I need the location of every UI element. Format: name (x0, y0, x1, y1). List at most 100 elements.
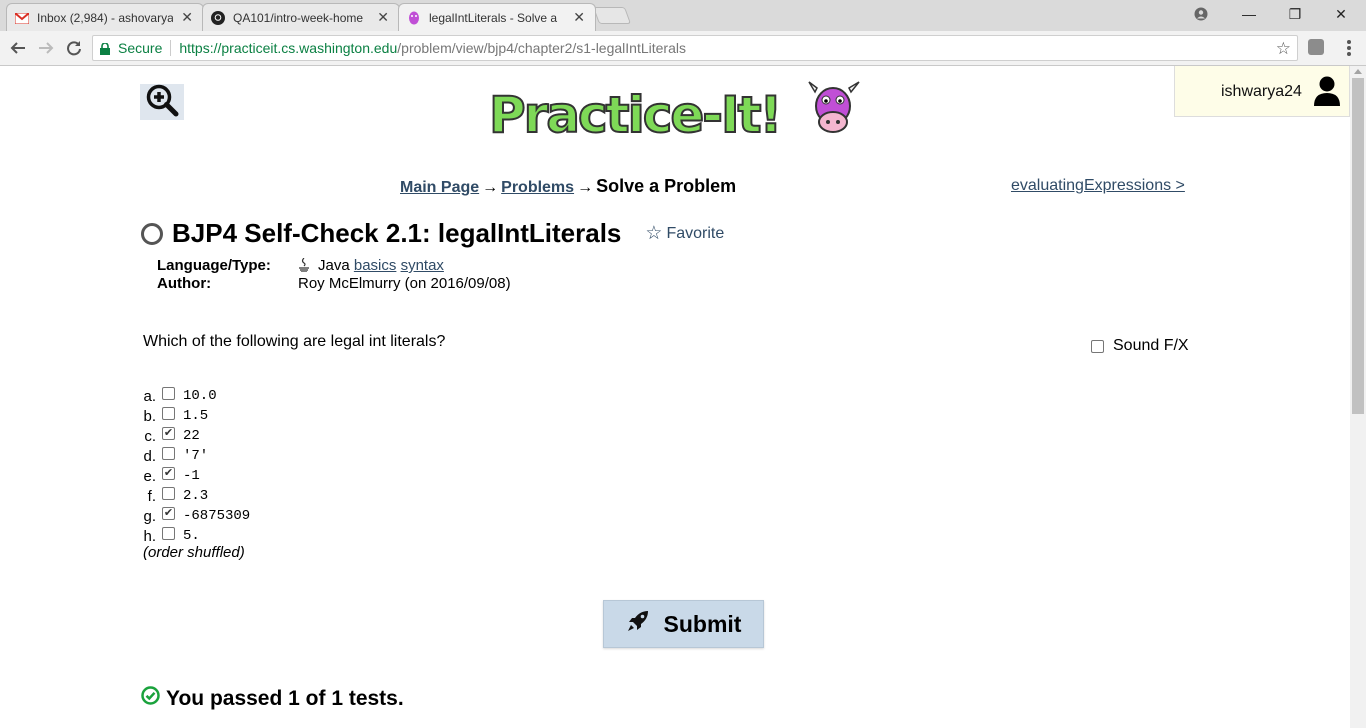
secure-label: Secure (118, 40, 163, 56)
choice-letter: b. (143, 407, 156, 425)
result-text: You passed 1 of 1 tests. (166, 686, 404, 710)
practice-it-logo[interactable]: Practice-It! (487, 80, 863, 145)
question-text: Which of the following are legal int lit… (143, 333, 446, 350)
scrollbar[interactable] (1350, 66, 1366, 728)
problem-header: BJP4 Self-Check 2.1: legalIntLiterals ☆ … (141, 218, 724, 249)
tab-practiceit[interactable]: legalIntLiterals - Solve a ✕ (398, 3, 596, 31)
sound-fx-label: Sound F/X (1113, 337, 1189, 354)
favorite-button[interactable]: ☆ Favorite (645, 222, 724, 245)
tab-title: legalIntLiterals - Solve a (429, 10, 558, 25)
check-circle-icon (141, 686, 160, 711)
tab-github[interactable]: QA101/intro-week-home ✕ (202, 3, 400, 31)
username: ishwarya24 (1221, 83, 1302, 100)
submit-label: Submit (663, 610, 742, 637)
forward-icon[interactable] (34, 36, 58, 60)
choice-item: g. ✔ -6875309 (140, 506, 250, 526)
cow-icon (407, 11, 421, 25)
choice-letter: e. (143, 467, 156, 485)
close-icon[interactable]: ✕ (573, 9, 585, 26)
tab-title: QA101/intro-week-home (233, 10, 364, 25)
sound-fx-checkbox[interactable] (1091, 339, 1104, 353)
breadcrumb-arrow: → (577, 179, 594, 196)
favorite-label: Favorite (666, 224, 725, 242)
choice-value: 10.0 (183, 388, 217, 404)
page-title: BJP4 Self-Check 2.1: legalIntLiterals (172, 218, 622, 248)
close-icon[interactable]: ✕ (377, 9, 389, 26)
submit-button[interactable]: Submit (603, 600, 764, 648)
bookmark-star-icon[interactable]: ☆ (1276, 39, 1291, 59)
choice-item: a. 10.0 (140, 386, 250, 406)
choice-checkbox[interactable] (162, 406, 175, 420)
scroll-up-arrow[interactable] (1354, 69, 1362, 74)
choice-letter: a. (143, 387, 156, 405)
author-value: Roy McElmurry (on 2016/09/08) (298, 275, 511, 292)
choice-value: '7' (183, 448, 209, 464)
tab-title: Inbox (2,984) - ashovarya (37, 10, 173, 25)
minimize-button[interactable]: — (1226, 0, 1272, 28)
order-shuffled-note: (order shuffled) (143, 544, 245, 561)
choice-value: 2.3 (183, 488, 209, 504)
language-value: Java (318, 257, 350, 274)
choice-item: c. ✔ 22 (140, 426, 250, 446)
github-icon (211, 11, 225, 25)
url-host: https://practiceit.cs.washington.edu (179, 40, 398, 56)
test-result: You passed 1 of 1 tests. (141, 686, 404, 711)
breadcrumb: Main Page → Problems → Solve a Problem (400, 176, 736, 197)
zoom-button[interactable] (140, 84, 184, 120)
rocket-icon (626, 609, 650, 639)
choice-checkbox[interactable] (162, 386, 175, 400)
cow-mascot-icon (808, 81, 860, 133)
tab-gmail[interactable]: Inbox (2,984) - ashovarya ✕ (6, 3, 204, 31)
choice-letter: h. (143, 527, 156, 545)
choice-letter: f. (147, 487, 156, 505)
breadcrumb-problems[interactable]: Problems (501, 179, 574, 196)
choice-checkbox[interactable] (162, 526, 175, 540)
gmail-icon (15, 11, 29, 25)
lock-icon (100, 42, 110, 55)
breadcrumb-main-page[interactable]: Main Page (400, 179, 479, 196)
close-icon[interactable]: ✕ (181, 9, 193, 26)
choice-item: h. 5. (140, 526, 250, 546)
tag-basics[interactable]: basics (354, 257, 397, 274)
breadcrumb-current: Solve a Problem (596, 176, 737, 196)
extension-icon[interactable] (1308, 39, 1324, 55)
choice-list: a. 10.0 b. 1.5 c. ✔ 22 d. '7' e. ✔ -1 f.… (140, 386, 250, 546)
tag-syntax[interactable]: syntax (401, 257, 444, 274)
problem-meta: Language/Type: Java basics syntax Author… (157, 257, 511, 293)
choice-checkbox[interactable]: ✔ (162, 426, 175, 440)
choice-checkbox[interactable] (162, 486, 175, 500)
restore-button[interactable]: ❐ (1272, 0, 1318, 28)
scrollbar-thumb[interactable] (1352, 78, 1364, 414)
url-path: /problem/view/bjp4/chapter2/s1-legalIntL… (397, 40, 686, 56)
status-circle-icon (141, 222, 163, 245)
choice-checkbox[interactable]: ✔ (162, 466, 175, 480)
address-bar[interactable]: Secure https://practiceit.cs.washington.… (92, 35, 1298, 61)
choice-checkbox[interactable]: ✔ (162, 506, 175, 520)
profile-icon[interactable] (1178, 0, 1224, 28)
choice-value: -6875309 (183, 508, 251, 524)
window-close-button[interactable]: ✕ (1318, 0, 1364, 28)
user-panel[interactable]: ishwarya24 (1174, 66, 1350, 117)
choice-letter: d. (143, 447, 156, 465)
choice-value: 22 (183, 428, 200, 444)
choice-value: 5. (183, 528, 200, 544)
java-icon (298, 257, 310, 273)
star-icon: ☆ (645, 223, 663, 244)
new-tab-button[interactable] (592, 7, 632, 24)
author-label: Author: (157, 275, 212, 292)
choice-checkbox[interactable] (162, 446, 175, 460)
next-problem-link[interactable]: evaluatingExpressions > (1011, 177, 1185, 195)
back-icon[interactable] (6, 36, 30, 60)
choice-item: f. 2.3 (140, 486, 250, 506)
language-label: Language/Type: (157, 257, 271, 274)
choice-letter: g. (143, 507, 156, 525)
logo-text: Practice-It! (489, 86, 780, 142)
zoom-in-icon (145, 83, 179, 122)
browser-toolbar: Secure https://practiceit.cs.washington.… (0, 31, 1366, 66)
choice-item: d. '7' (140, 446, 250, 466)
menu-icon[interactable] (1340, 37, 1358, 59)
choice-value: 1.5 (183, 408, 209, 424)
sound-fx-toggle[interactable]: Sound F/X (1091, 337, 1189, 355)
reload-icon[interactable] (62, 36, 86, 60)
choice-item: b. 1.5 (140, 406, 250, 426)
